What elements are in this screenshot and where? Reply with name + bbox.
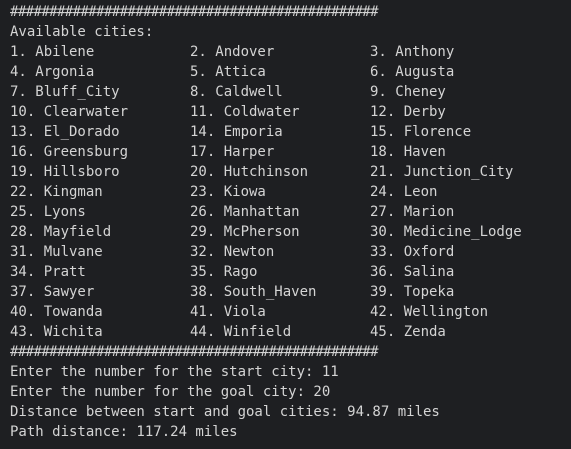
city-item: 40. Towanda: [10, 304, 103, 320]
distance-output: Distance between start and goal cities: …: [10, 404, 440, 420]
city-item: 2. Andover: [190, 44, 275, 60]
city-item: 15. Florence: [370, 124, 472, 140]
city-item: 42. Wellington: [370, 304, 489, 320]
city-item: 12. Derby: [370, 104, 446, 120]
goal-city-prompt: Enter the number for the goal city: 20: [10, 384, 331, 400]
city-item: 8. Caldwell: [190, 84, 283, 100]
city-item: 34. Pratt: [10, 264, 86, 280]
city-item: 18. Haven: [370, 144, 446, 160]
city-item: 39. Topeka: [370, 284, 455, 300]
city-item: 1. Abilene: [10, 44, 95, 60]
city-item: 6. Augusta: [370, 64, 455, 80]
city-item: 30. Medicine_Lodge: [370, 224, 522, 240]
city-item: 33. Oxford: [370, 244, 455, 260]
available-cities-label: Available cities:: [10, 24, 154, 40]
city-item: 22. Kingman: [10, 184, 103, 200]
city-item: 32. Newton: [190, 244, 275, 260]
city-list: 1. Abilene 2. Andover 3. Anthony 4. Argo…: [10, 42, 561, 342]
city-item: 10. Clearwater: [10, 104, 129, 120]
city-item: 14. Emporia: [190, 124, 283, 140]
city-item: 19. Hillsboro: [10, 164, 120, 180]
city-item: 17. Harper: [190, 144, 275, 160]
city-item: 29. McPherson: [190, 224, 300, 240]
city-item: 25. Lyons: [10, 204, 86, 220]
city-item: 36. Salina: [370, 264, 455, 280]
city-item: 35. Rago: [190, 264, 258, 280]
city-item: 26. Manhattan: [190, 204, 300, 220]
city-item: 43. Wichita: [10, 324, 103, 340]
city-item: 9. Cheney: [370, 84, 446, 100]
start-city-prompt: Enter the number for the start city: 11: [10, 364, 339, 380]
city-item: 11. Coldwater: [190, 104, 300, 120]
city-item: 4. Argonia: [10, 64, 95, 80]
city-item: 28. Mayfield: [10, 224, 112, 240]
path-distance-output: Path distance: 117.24 miles: [10, 424, 238, 440]
city-item: 31. Mulvane: [10, 244, 103, 260]
city-item: 45. Zenda: [370, 324, 446, 340]
city-item: 38. South_Haven: [190, 284, 317, 300]
city-item: 21. Junction_City: [370, 164, 514, 180]
divider-bottom: ########################################…: [10, 344, 379, 360]
city-item: 20. Hutchinson: [190, 164, 309, 180]
city-item: 3. Anthony: [370, 44, 455, 60]
city-item: 7. Bluff_City: [10, 84, 120, 100]
terminal-window[interactable]: ########################################…: [0, 0, 571, 449]
divider-top: ########################################…: [10, 4, 379, 20]
city-item: 27. Marion: [370, 204, 455, 220]
city-item: 24. Leon: [370, 184, 438, 200]
city-item: 5. Attica: [190, 64, 266, 80]
city-item: 23. Kiowa: [190, 184, 266, 200]
city-item: 41. Viola: [190, 304, 266, 320]
city-item: 44. Winfield: [190, 324, 292, 340]
city-item: 13. El_Dorado: [10, 124, 120, 140]
city-item: 37. Sawyer: [10, 284, 95, 300]
city-item: 16. Greensburg: [10, 144, 129, 160]
